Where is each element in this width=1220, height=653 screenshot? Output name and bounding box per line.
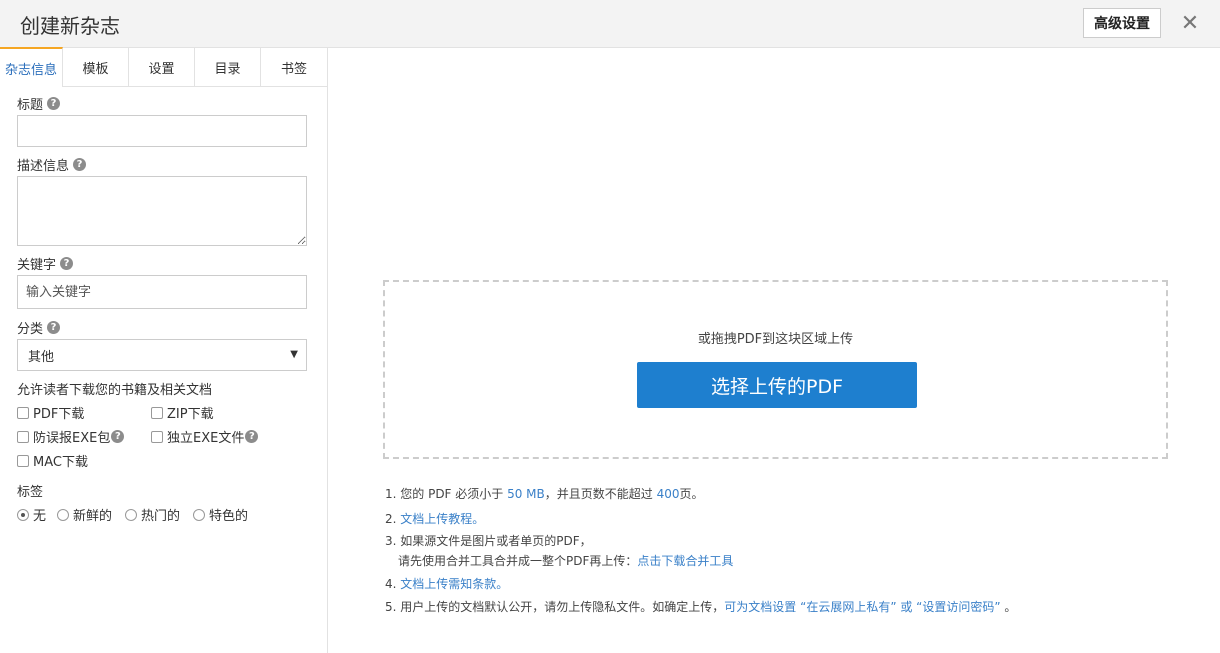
tag-label: 标签 — [17, 485, 44, 500]
title-input[interactable] — [17, 115, 307, 147]
note-3-text-a: 3. 如果源文件是图片或者单页的PDF， — [385, 534, 592, 548]
mac-download-checkbox[interactable]: MAC下载 — [17, 451, 88, 470]
note-3: 3. 如果源文件是图片或者单页的PDF， — [385, 532, 592, 549]
close-icon[interactable]: ✕ — [1178, 10, 1202, 36]
checkbox-box[interactable] — [151, 406, 163, 419]
note-1: 1. 您的 PDF 必须小于 50 MB，并且页数不能超过 400页。 — [385, 485, 704, 502]
note-5-text-b: 。 — [1000, 600, 1017, 614]
tag-radio-none[interactable]: 无 — [17, 505, 46, 524]
note-3-continued: 请先使用合并工具合并成一整个PDF再上传：点击下载合并工具 — [398, 552, 733, 569]
tag-none-label: 无 — [33, 509, 47, 524]
zip-download-label: ZIP下载 — [167, 407, 214, 422]
radio-dot[interactable] — [57, 508, 69, 521]
tag-radio-new[interactable]: 新鲜的 — [57, 505, 112, 524]
category-selected-value: 其他 — [28, 349, 55, 365]
mac-download-label: MAC下载 — [33, 455, 88, 470]
tab-magazine-info[interactable]: 杂志信息 — [0, 47, 63, 87]
tab-settings[interactable]: 设置 — [129, 48, 195, 86]
note-5-text-a: 5. 用户上传的文档默认公开，请勿上传隐私文件。如确定上传， — [385, 600, 725, 614]
select-pdf-button[interactable]: 选择上传的PDF — [637, 362, 917, 408]
upload-terms-link[interactable]: 文档上传需知条款。 — [400, 577, 508, 591]
description-label: 描述信息 ? — [17, 155, 87, 174]
note-1-text-c: 页。 — [679, 487, 704, 501]
note-5: 5. 用户上传的文档默认公开，请勿上传隐私文件。如确定上传，可为文档设置 “在云… — [385, 598, 1016, 615]
dialog-title: 创建新杂志 — [20, 14, 120, 38]
zip-download-checkbox[interactable]: ZIP下载 — [151, 403, 214, 422]
sidebar-panel: 杂志信息 模板 设置 目录 书签 标题 ? 描述信息 ? 关键字 ? 分类 ? … — [0, 47, 328, 653]
note-4-number: 4. — [385, 577, 401, 591]
note-2-number: 2. — [385, 512, 401, 526]
note-1-size-limit: 50 MB — [507, 487, 545, 501]
title-label-text: 标题 — [17, 98, 44, 113]
privacy-settings-link[interactable]: 可为文档设置 “在云展网上私有” 或 “设置访问密码” — [724, 600, 1000, 614]
tab-toc[interactable]: 目录 — [195, 48, 261, 86]
help-icon[interactable]: ? — [111, 430, 125, 443]
help-icon[interactable]: ? — [47, 97, 61, 110]
keyword-label-text: 关键字 — [17, 258, 57, 273]
keyword-label: 关键字 ? — [17, 254, 74, 273]
keyword-input[interactable] — [17, 275, 307, 309]
help-icon[interactable]: ? — [47, 321, 61, 334]
pdf-dropzone[interactable]: 或拖拽PDF到这块区域上传 选择上传的PDF — [383, 280, 1168, 459]
tag-special-label: 特色的 — [209, 509, 249, 524]
tab-bookmarks[interactable]: 书签 — [261, 48, 327, 86]
category-label: 分类 ? — [17, 318, 61, 337]
category-select[interactable]: 其他 ▼ — [17, 339, 307, 371]
download-merge-tool-link[interactable]: 点击下载合并工具 — [637, 554, 733, 568]
help-icon[interactable]: ? — [60, 257, 74, 270]
exe-pack-label: 防误报EXE包 — [33, 431, 111, 446]
note-1-text-a: 1. 您的 PDF 必须小于 — [385, 487, 508, 501]
note-1-page-limit: 400 — [656, 487, 680, 501]
tab-bar: 杂志信息 模板 设置 目录 书签 — [0, 47, 327, 87]
radio-dot[interactable] — [193, 508, 205, 521]
description-textarea[interactable] — [17, 176, 307, 246]
category-label-text: 分类 — [17, 322, 44, 337]
checkbox-box[interactable] — [151, 430, 163, 443]
checkbox-box[interactable] — [17, 430, 29, 443]
download-section-label: 允许读者下载您的书籍及相关文档 — [17, 383, 213, 398]
description-label-text: 描述信息 — [17, 159, 70, 174]
checkbox-box[interactable] — [17, 454, 29, 467]
note-2: 2. 文档上传教程。 — [385, 510, 484, 527]
drop-hint-text: 或拖拽PDF到这块区域上传 — [697, 332, 854, 347]
exe-pack-checkbox[interactable]: 防误报EXE包 ? — [17, 427, 125, 446]
upload-tutorial-link[interactable]: 文档上传教程。 — [400, 512, 484, 526]
checkbox-box[interactable] — [17, 406, 29, 419]
tab-template[interactable]: 模板 — [63, 48, 129, 86]
exe-file-checkbox[interactable]: 独立EXE文件 ? — [151, 427, 259, 446]
note-4: 4. 文档上传需知条款。 — [385, 575, 508, 592]
tag-new-label: 新鲜的 — [73, 509, 113, 524]
dialog-header: 创建新杂志 高级设置 ✕ — [0, 0, 1220, 48]
help-icon[interactable]: ? — [73, 158, 87, 171]
note-3-text-b: 请先使用合并工具合并成一整个PDF再上传： — [398, 554, 638, 568]
radio-dot-selected[interactable] — [17, 508, 29, 521]
note-1-text-b: ，并且页数不能超过 — [544, 487, 657, 501]
tag-radio-special[interactable]: 特色的 — [193, 505, 248, 524]
pdf-download-label: PDF下载 — [33, 407, 85, 422]
exe-file-label: 独立EXE文件 — [167, 431, 245, 446]
caret-down-icon: ▼ — [290, 349, 298, 360]
tag-hot-label: 热门的 — [141, 509, 181, 524]
pdf-download-checkbox[interactable]: PDF下载 — [17, 403, 84, 422]
help-icon[interactable]: ? — [245, 430, 259, 443]
radio-dot[interactable] — [125, 508, 137, 521]
advanced-settings-button[interactable]: 高级设置 — [1083, 8, 1161, 38]
tag-radio-hot[interactable]: 热门的 — [125, 505, 180, 524]
title-label: 标题 ? — [17, 94, 61, 113]
